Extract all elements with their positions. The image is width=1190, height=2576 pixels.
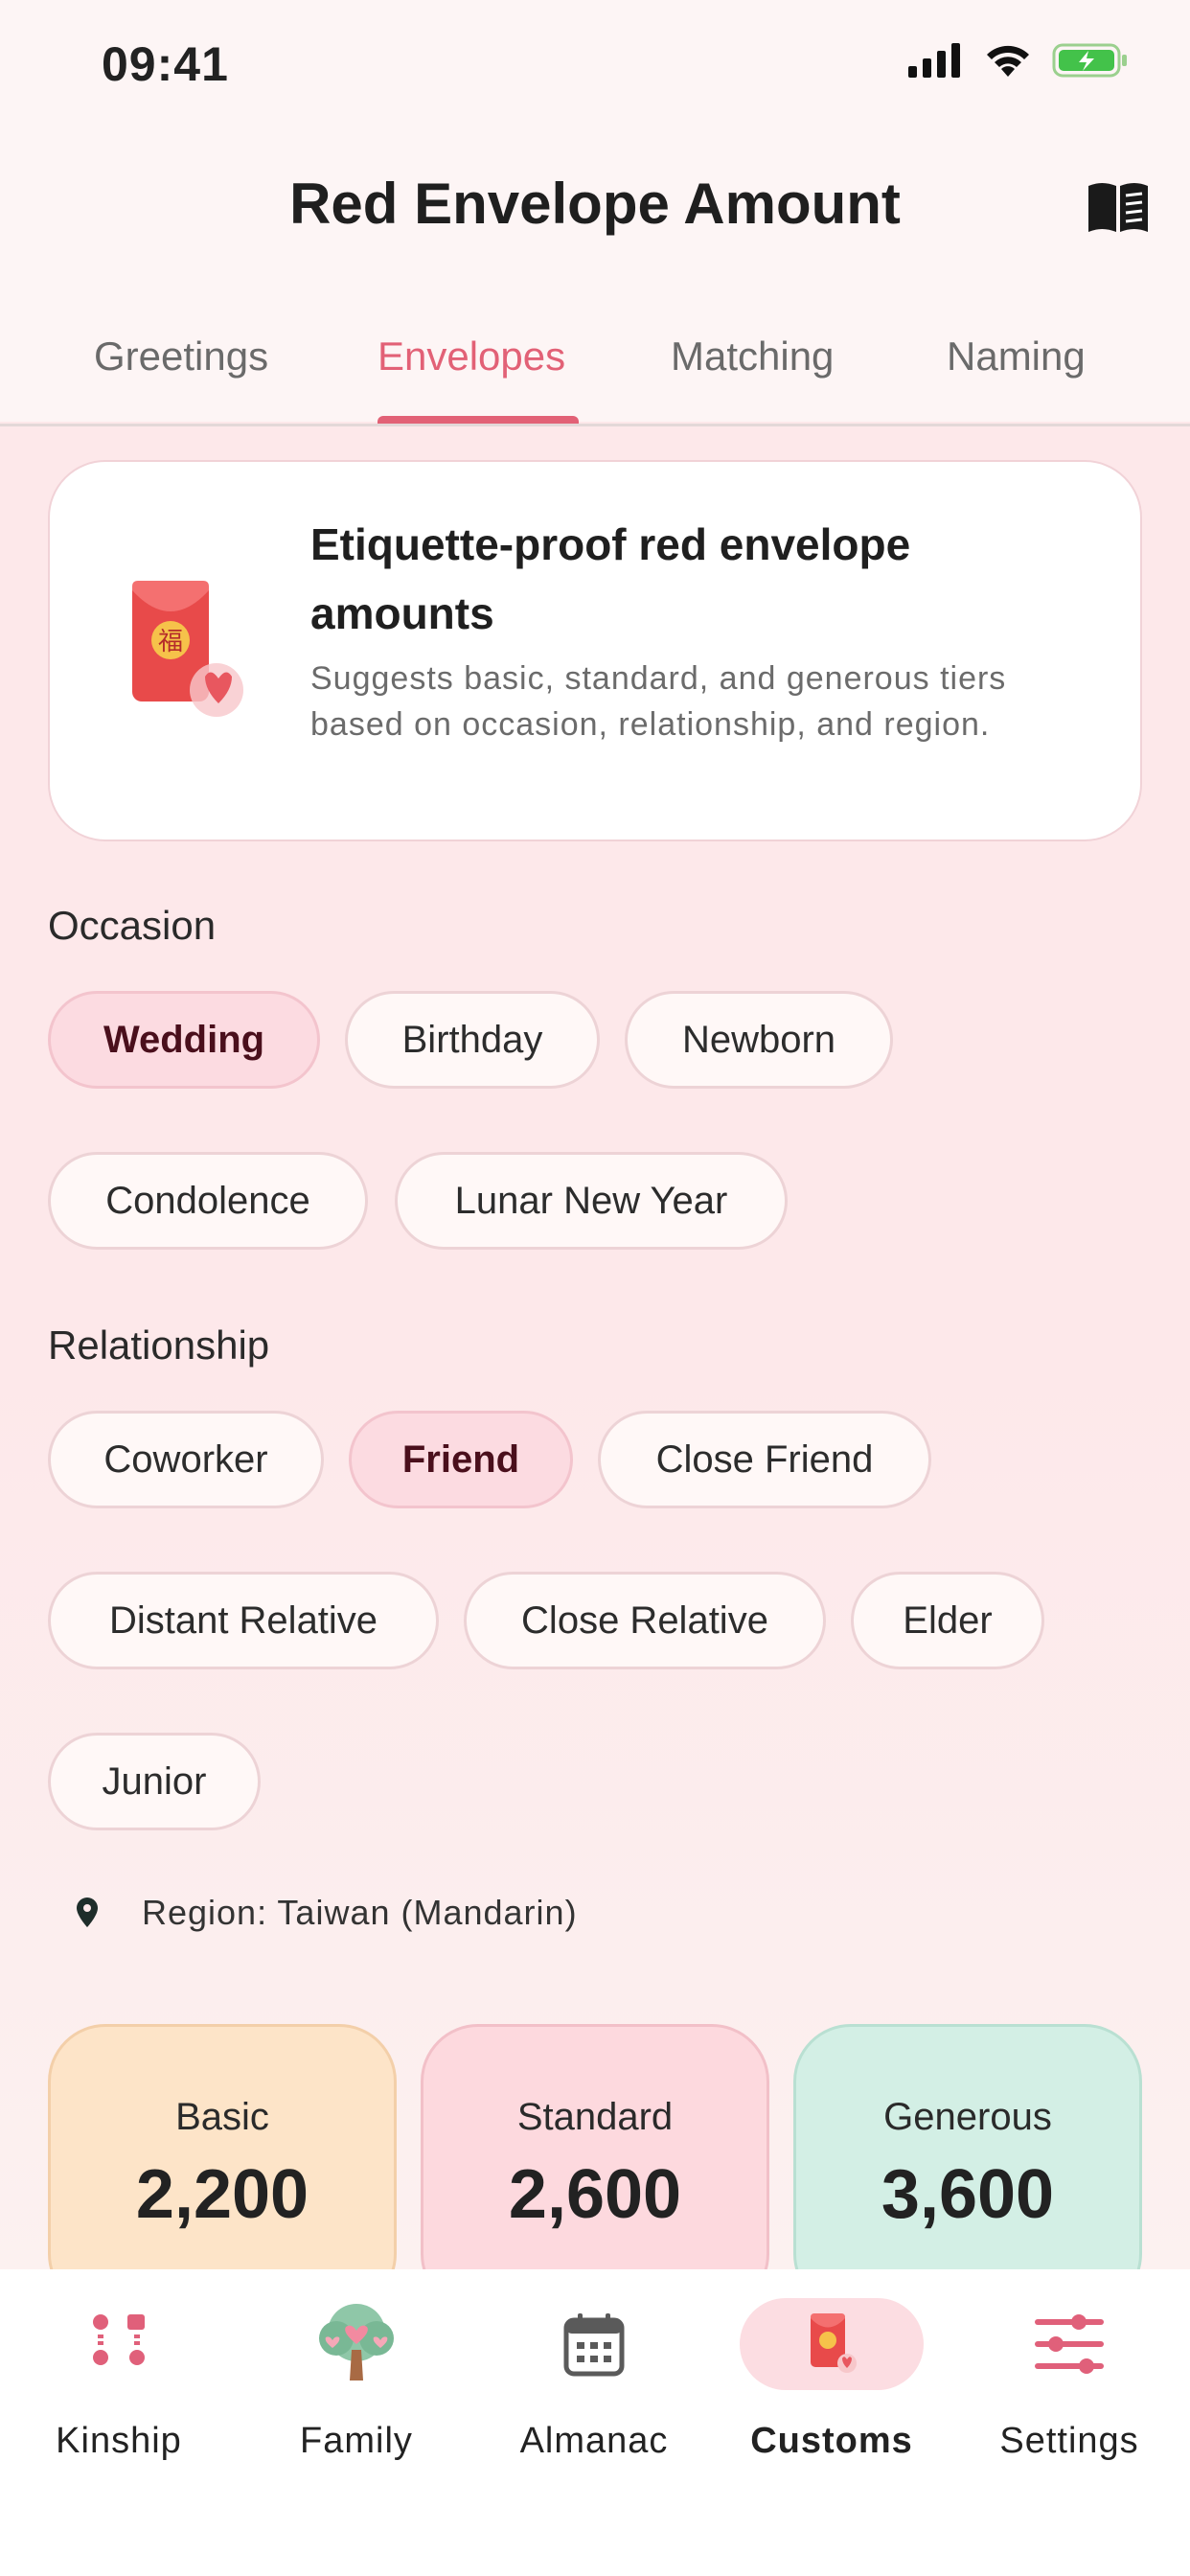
chip-distant-relative[interactable]: Distant Relative xyxy=(48,1572,439,1669)
relationship-label: Relationship xyxy=(48,1322,270,1368)
tier-generous-amount: 3,600 xyxy=(881,2156,1055,2233)
active-tab-indicator xyxy=(378,416,579,424)
tier-basic-label: Basic xyxy=(175,2096,269,2138)
region-row[interactable]: Region: Taiwan (Mandarin) xyxy=(75,1893,578,1933)
intro-title: Etiquette-proof red envelope amounts xyxy=(310,519,911,638)
envelope-char: 福 xyxy=(158,628,183,656)
tab-envelopes[interactable]: Envelopes xyxy=(378,334,565,380)
nav-settings-label: Settings xyxy=(999,2421,1139,2461)
tier-generous: Generous 3,600 xyxy=(793,2024,1142,2312)
intro-card: 福 Etiquette-proof red envelope amounts S… xyxy=(48,460,1142,841)
status-bar: 09:41 xyxy=(0,0,1190,134)
red-envelope-icon xyxy=(811,2313,857,2373)
kinship-icon xyxy=(93,2314,145,2365)
bottom-nav: Kinship Family Almanac Customs Settings xyxy=(0,2269,1190,2576)
nav-almanac[interactable]: Almanac xyxy=(475,2269,713,2576)
tier-basic-amount: 2,200 xyxy=(135,2156,309,2233)
top-tabs: Greetings Envelopes Matching Naming xyxy=(0,307,1190,426)
location-pin-icon xyxy=(77,1898,98,1927)
occasion-label: Occasion xyxy=(48,903,217,948)
chip-wedding[interactable]: Wedding xyxy=(48,991,320,1089)
status-time: 09:41 xyxy=(102,37,229,91)
chip-elder[interactable]: Elder xyxy=(851,1572,1044,1669)
tier-basic: Basic 2,200 xyxy=(48,2024,397,2312)
nav-almanac-label: Almanac xyxy=(519,2421,669,2461)
tab-greetings[interactable]: Greetings xyxy=(94,334,268,380)
battery-icon xyxy=(1052,43,1127,78)
chip-lunar-new-year[interactable]: Lunar New Year xyxy=(395,1152,788,1250)
nav-customs[interactable]: Customs xyxy=(713,2269,950,2576)
nav-settings[interactable]: Settings xyxy=(950,2269,1188,2576)
calendar-icon xyxy=(563,2313,625,2377)
nav-kinship-label: Kinship xyxy=(56,2421,182,2461)
chip-close-friend[interactable]: Close Friend xyxy=(598,1411,931,1508)
red-envelope-icon: 福 xyxy=(132,581,243,717)
family-tree-icon xyxy=(319,2304,394,2380)
chip-close-relative[interactable]: Close Relative xyxy=(464,1572,826,1669)
tier-standard: Standard 2,600 xyxy=(421,2024,769,2312)
book-icon[interactable] xyxy=(1085,178,1152,236)
tier-generous-label: Generous xyxy=(883,2096,1052,2138)
chip-condolence[interactable]: Condolence xyxy=(48,1152,368,1250)
wifi-icon xyxy=(987,45,1029,77)
nav-customs-label: Customs xyxy=(750,2421,913,2461)
signal-icon xyxy=(908,43,960,78)
nav-kinship[interactable]: Kinship xyxy=(0,2269,238,2576)
tier-standard-amount: 2,600 xyxy=(508,2156,682,2233)
intro-subtitle: Suggests basic, standard, and generous t… xyxy=(310,660,1007,743)
chip-friend[interactable]: Friend xyxy=(349,1411,573,1508)
nav-family[interactable]: Family xyxy=(238,2269,475,2576)
chip-coworker[interactable]: Coworker xyxy=(48,1411,324,1508)
page-title: Red Envelope Amount xyxy=(289,172,901,236)
chip-newborn[interactable]: Newborn xyxy=(625,991,893,1089)
tab-naming[interactable]: Naming xyxy=(947,334,1086,380)
chip-junior[interactable]: Junior xyxy=(48,1733,261,1830)
sliders-icon xyxy=(1035,2314,1104,2374)
region-text: Region: Taiwan (Mandarin) xyxy=(142,1893,578,1932)
tier-standard-label: Standard xyxy=(516,2096,674,2138)
chip-birthday[interactable]: Birthday xyxy=(345,991,600,1089)
nav-family-label: Family xyxy=(300,2421,413,2461)
tab-matching[interactable]: Matching xyxy=(671,334,834,380)
